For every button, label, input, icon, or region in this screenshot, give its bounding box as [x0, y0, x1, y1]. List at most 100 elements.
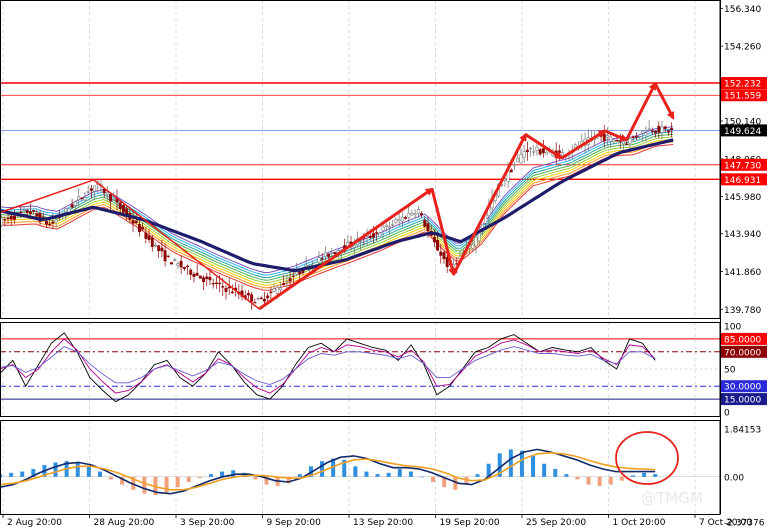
macd-histogram-bar: [186, 476, 191, 482]
macd-histogram-bar: [53, 462, 58, 477]
candle-body: [445, 256, 449, 267]
candle-body: [266, 295, 270, 299]
macd-histogram-bar: [364, 471, 369, 477]
candle-body: [141, 226, 145, 230]
candle-body: [397, 219, 401, 222]
macd-histogram-bar: [353, 466, 358, 477]
candle-body: [615, 140, 619, 142]
candle-body: [291, 275, 295, 277]
candle-body: [35, 213, 39, 217]
macd-histogram-bar: [175, 476, 180, 488]
macd-histogram-bar: [608, 476, 613, 485]
trading-chart[interactable]: @TMGM 2 Aug 20:00 28 Aug 20:00 3 Sep 20:00…: [0, 0, 770, 530]
x-tick-label: 2 Aug 20:00: [7, 518, 62, 528]
macd-y-tick-label: 0.00: [724, 473, 744, 483]
chart-canvas[interactable]: @TMGM 2 Aug 20:00 28 Aug 20:00 3 Sep 20:00…: [0, 0, 770, 530]
price-level-tag-label: 147.730: [724, 161, 761, 171]
candle-body: [612, 139, 616, 143]
candle-body: [657, 125, 661, 133]
candle-body: [32, 209, 36, 212]
macd-histogram-bar: [197, 476, 202, 479]
macd-histogram-bar: [9, 472, 14, 477]
candle-body: [394, 219, 398, 223]
osc-level-tag-label: 30.0000: [724, 383, 761, 393]
price-level-tag-label: 146.931: [724, 176, 761, 186]
candle-body: [89, 188, 93, 191]
candle-body: [246, 292, 250, 296]
candle-body: [77, 196, 80, 200]
macd-histogram-bar: [97, 471, 102, 477]
candle-body: [634, 136, 638, 138]
candle-body: [513, 164, 516, 166]
candle-body: [250, 294, 254, 302]
candle-body: [118, 202, 122, 209]
candle-body: [150, 237, 154, 247]
candle-body: [109, 194, 113, 202]
candle-body: [125, 208, 129, 215]
candle-body: [522, 151, 526, 158]
candle-body: [509, 169, 513, 173]
candle-body: [557, 150, 561, 154]
candle-body: [137, 224, 141, 232]
candle-body: [400, 216, 404, 222]
macd-histogram-bar: [86, 466, 91, 477]
macd-histogram-bar: [20, 471, 25, 477]
macd-histogram-bar: [397, 468, 402, 477]
candle-body: [602, 133, 606, 142]
price-y-tick-label: 156.340: [724, 5, 761, 15]
candle-body: [166, 255, 170, 257]
price-y-tick-label: 145.980: [724, 193, 761, 203]
macd-histogram-bar: [320, 461, 325, 477]
candle-body: [19, 211, 23, 213]
candle-body: [253, 302, 257, 304]
candle-body: [205, 276, 209, 279]
candle-body: [121, 205, 125, 213]
candle-body: [160, 247, 164, 252]
candle-body: [73, 201, 77, 206]
candle-body: [609, 136, 613, 142]
x-tick-label: 9 Sep 20:00: [267, 518, 322, 528]
candle-body: [529, 147, 532, 150]
candle-body: [54, 219, 58, 223]
candle-body: [471, 244, 475, 249]
candle-body: [384, 224, 388, 227]
candle-body: [436, 240, 440, 251]
macd-histogram-bar: [508, 449, 513, 477]
candle-body: [545, 152, 549, 155]
candle-body: [439, 251, 443, 256]
osc-level-tag-label: 70.0000: [724, 348, 761, 358]
candle-body: [208, 276, 212, 281]
macd-histogram-bar: [619, 476, 624, 481]
osc-level-tag-label: 85.0000: [724, 335, 761, 345]
x-tick-label: 13 Sep 20:00: [353, 518, 413, 528]
candle-body: [3, 219, 7, 221]
candle-body: [532, 151, 536, 153]
candle-body: [327, 253, 331, 257]
macd-histogram-bar: [642, 472, 647, 477]
candle-body: [259, 297, 263, 299]
candle-body: [102, 189, 106, 194]
candle-body: [666, 130, 670, 133]
candle-body: [173, 259, 177, 261]
macd-histogram-bar: [531, 455, 536, 477]
candle-body: [375, 232, 379, 234]
candle-body: [285, 281, 289, 283]
macd-histogram-bar: [142, 476, 147, 494]
candle-body: [230, 291, 234, 294]
macd-histogram-bar: [386, 472, 391, 477]
candle-body: [410, 213, 414, 216]
osc-level-tag-label: 15.0000: [724, 396, 761, 406]
candle-body: [519, 154, 523, 163]
candle-body: [416, 209, 420, 214]
osc-y-tick-label: 50: [724, 366, 736, 376]
macd-histogram-bar: [575, 476, 580, 480]
candle-body: [538, 149, 542, 155]
macd-histogram-bar: [208, 474, 213, 477]
candle-body: [660, 126, 664, 133]
macd-histogram-bar: [375, 474, 380, 477]
candle-body: [423, 219, 427, 227]
candle-body: [279, 287, 282, 291]
candle-body: [420, 213, 424, 216]
candle-body: [86, 191, 90, 193]
candle-body: [12, 215, 16, 220]
